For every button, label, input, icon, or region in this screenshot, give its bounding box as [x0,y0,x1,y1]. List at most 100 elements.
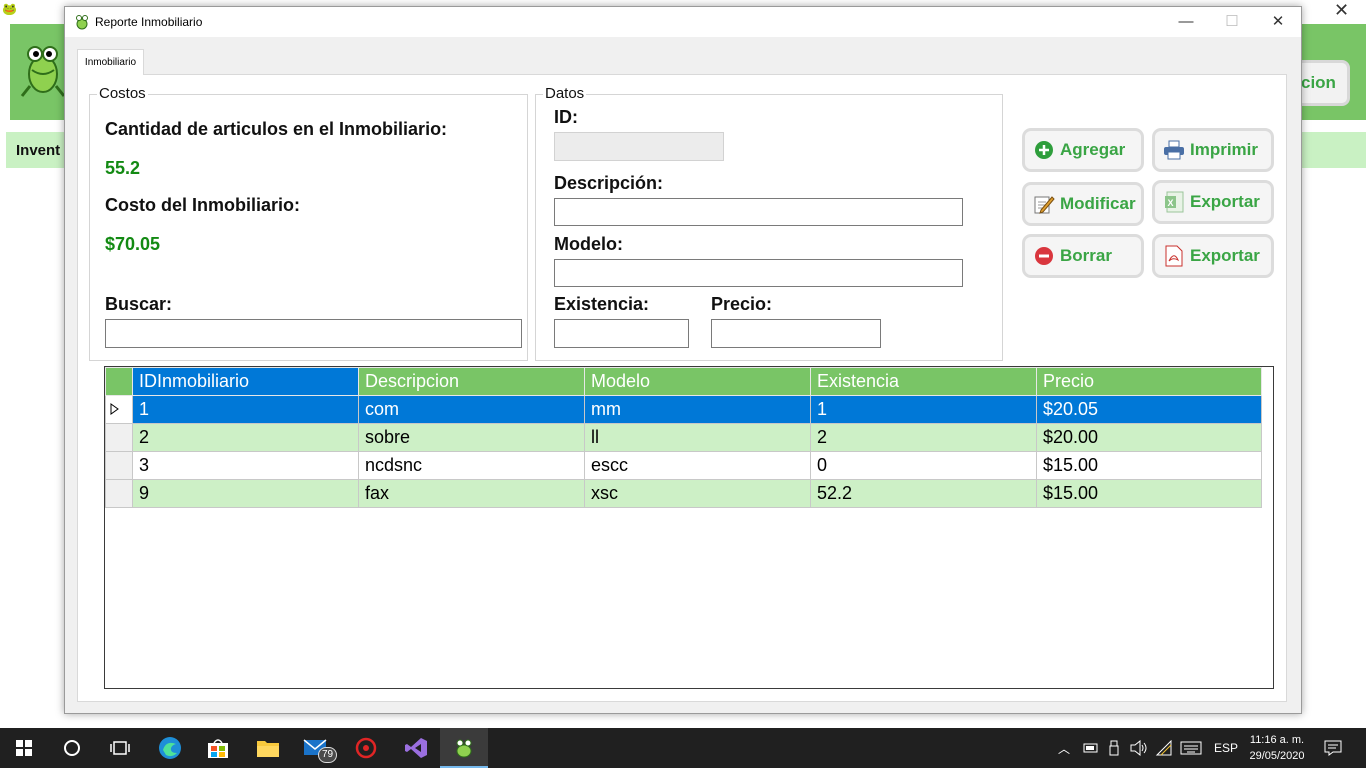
row-header[interactable] [105,395,133,424]
existencia-label: Existencia: [554,294,650,314]
taskbar-frog-app[interactable] [440,728,488,768]
usb-icon [1109,740,1119,756]
visual-studio-icon [405,738,427,758]
exportar-pdf-label: Exportar [1190,246,1260,265]
action-center-button[interactable] [1324,728,1342,768]
cell-id[interactable]: 9 [132,479,359,508]
tray-volume[interactable] [1130,728,1148,768]
modificar-label: Modificar [1060,194,1136,213]
cell-descripcion[interactable]: ncdsnc [358,451,585,480]
table-row[interactable]: 1 com mm 1 $20.05 [105,395,1262,424]
cell-existencia[interactable]: 52.2 [810,479,1037,508]
minimize-button[interactable]: — [1163,7,1209,37]
cell-descripcion[interactable]: sobre [358,423,585,452]
id-field [554,132,724,161]
tab-inmobiliario[interactable]: Inmobiliario [77,49,144,75]
edit-document-icon [1033,193,1055,215]
descripcion-input[interactable] [554,198,963,226]
folder-icon [257,741,279,757]
row-header[interactable] [105,423,133,452]
keyboard-icon [1180,741,1202,755]
existencia-input[interactable] [554,319,689,348]
tray-clock[interactable]: 11:16 a. m. 29/05/2020 [1244,732,1310,764]
cell-precio[interactable]: $15.00 [1036,451,1262,480]
maximize-button[interactable]: ☐ [1209,7,1255,37]
cell-id[interactable]: 2 [132,423,359,452]
modelo-input[interactable] [554,259,963,287]
cell-precio[interactable]: $20.05 [1036,395,1262,424]
frog-app-icon [456,739,472,758]
cantidad-label: Cantidad de articulos en el Inmobiliario… [105,119,448,139]
costo-label: Costo del Inmobiliario: [105,195,301,215]
cell-descripcion[interactable]: fax [358,479,585,508]
cell-precio[interactable]: $20.00 [1036,423,1262,452]
close-icon[interactable]: ✕ [1334,0,1349,21]
taskbar-store[interactable] [194,728,242,768]
tray-network-adapter[interactable] [1083,728,1099,768]
windows-start-button[interactable] [0,728,48,768]
window-title: Reporte Inmobiliario [95,15,203,29]
taskbar: 79 ︿ ESP 11:16 a. m. 29/05/2020 [0,728,1366,768]
red-app-icon [355,737,377,759]
column-header-modelo[interactable]: Modelo [584,367,811,396]
windows-logo-icon [16,740,32,756]
mail-count-badge: 79 [318,747,338,763]
column-header-existencia[interactable]: Existencia [810,367,1037,396]
table-row[interactable]: 3 ncdsnc escc 0 $15.00 [105,451,1262,480]
table-row[interactable]: 9 fax xsc 52.2 $15.00 [105,479,1262,508]
column-header-descripcion[interactable]: Descripcion [358,367,585,396]
cell-existencia[interactable]: 0 [810,451,1037,480]
store-bag-icon [208,739,228,758]
buscar-label: Buscar: [105,294,173,314]
close-button[interactable]: ✕ [1255,7,1301,37]
svg-text:X: X [1168,198,1174,208]
cell-modelo[interactable]: mm [584,395,811,424]
precio-label: Precio: [711,294,773,314]
cell-precio[interactable]: $15.00 [1036,479,1262,508]
taskbar-file-explorer[interactable] [244,728,292,768]
column-header-precio[interactable]: Precio [1036,367,1262,396]
cell-existencia[interactable]: 2 [810,423,1037,452]
title-bar[interactable]: Reporte Inmobiliario — ☐ ✕ [65,7,1301,37]
taskbar-red-app[interactable] [342,728,390,768]
cell-descripcion[interactable]: com [358,395,585,424]
table-row[interactable]: 2 sobre ll 2 $20.00 [105,423,1262,452]
inmobiliario-grid[interactable]: IDInmobiliario Descripcion Modelo Existe… [104,366,1274,689]
modificar-button[interactable]: Modificar [1022,182,1144,226]
borrar-button[interactable]: Borrar [1022,234,1144,278]
taskbar-mail[interactable]: 79 [292,728,340,768]
exportar-pdf-button[interactable]: Exportar [1152,234,1274,278]
row-header[interactable] [105,479,133,508]
printer-icon [1163,139,1185,161]
datos-group-title: Datos [543,85,587,102]
cell-modelo[interactable]: escc [584,451,811,480]
column-header-idinmobiliario[interactable]: IDInmobiliario [132,367,359,396]
battery-icon [1083,743,1098,753]
grid-table: IDInmobiliario Descripcion Modelo Existe… [105,367,1262,508]
tray-wifi[interactable] [1155,728,1173,768]
tray-keyboard[interactable] [1180,728,1202,768]
cell-id[interactable]: 3 [132,451,359,480]
grid-header-row: IDInmobiliario Descripcion Modelo Existe… [105,367,1262,396]
taskbar-edge[interactable] [146,728,194,768]
task-view-button[interactable] [96,728,144,768]
frog-app-icon [76,15,88,30]
row-header[interactable] [105,451,133,480]
show-hidden-icons-button[interactable]: ︿ [1058,728,1070,768]
buscar-input[interactable] [105,319,522,348]
cell-modelo[interactable]: ll [584,423,811,452]
cell-id[interactable]: 1 [132,395,359,424]
imprimir-button[interactable]: Imprimir [1152,128,1274,172]
cell-modelo[interactable]: xsc [584,479,811,508]
search-button[interactable] [48,728,96,768]
modelo-label: Modelo: [554,234,623,254]
tray-language[interactable]: ESP [1214,728,1238,768]
tray-usb[interactable] [1108,728,1120,768]
cell-existencia[interactable]: 1 [810,395,1037,424]
agregar-button[interactable]: Agregar [1022,128,1144,172]
precio-input[interactable] [711,319,881,348]
taskbar-visual-studio[interactable] [392,728,440,768]
exportar-excel-button[interactable]: X Exportar [1152,180,1274,224]
agregar-label: Agregar [1060,140,1126,159]
frog-logo-icon [20,46,66,97]
